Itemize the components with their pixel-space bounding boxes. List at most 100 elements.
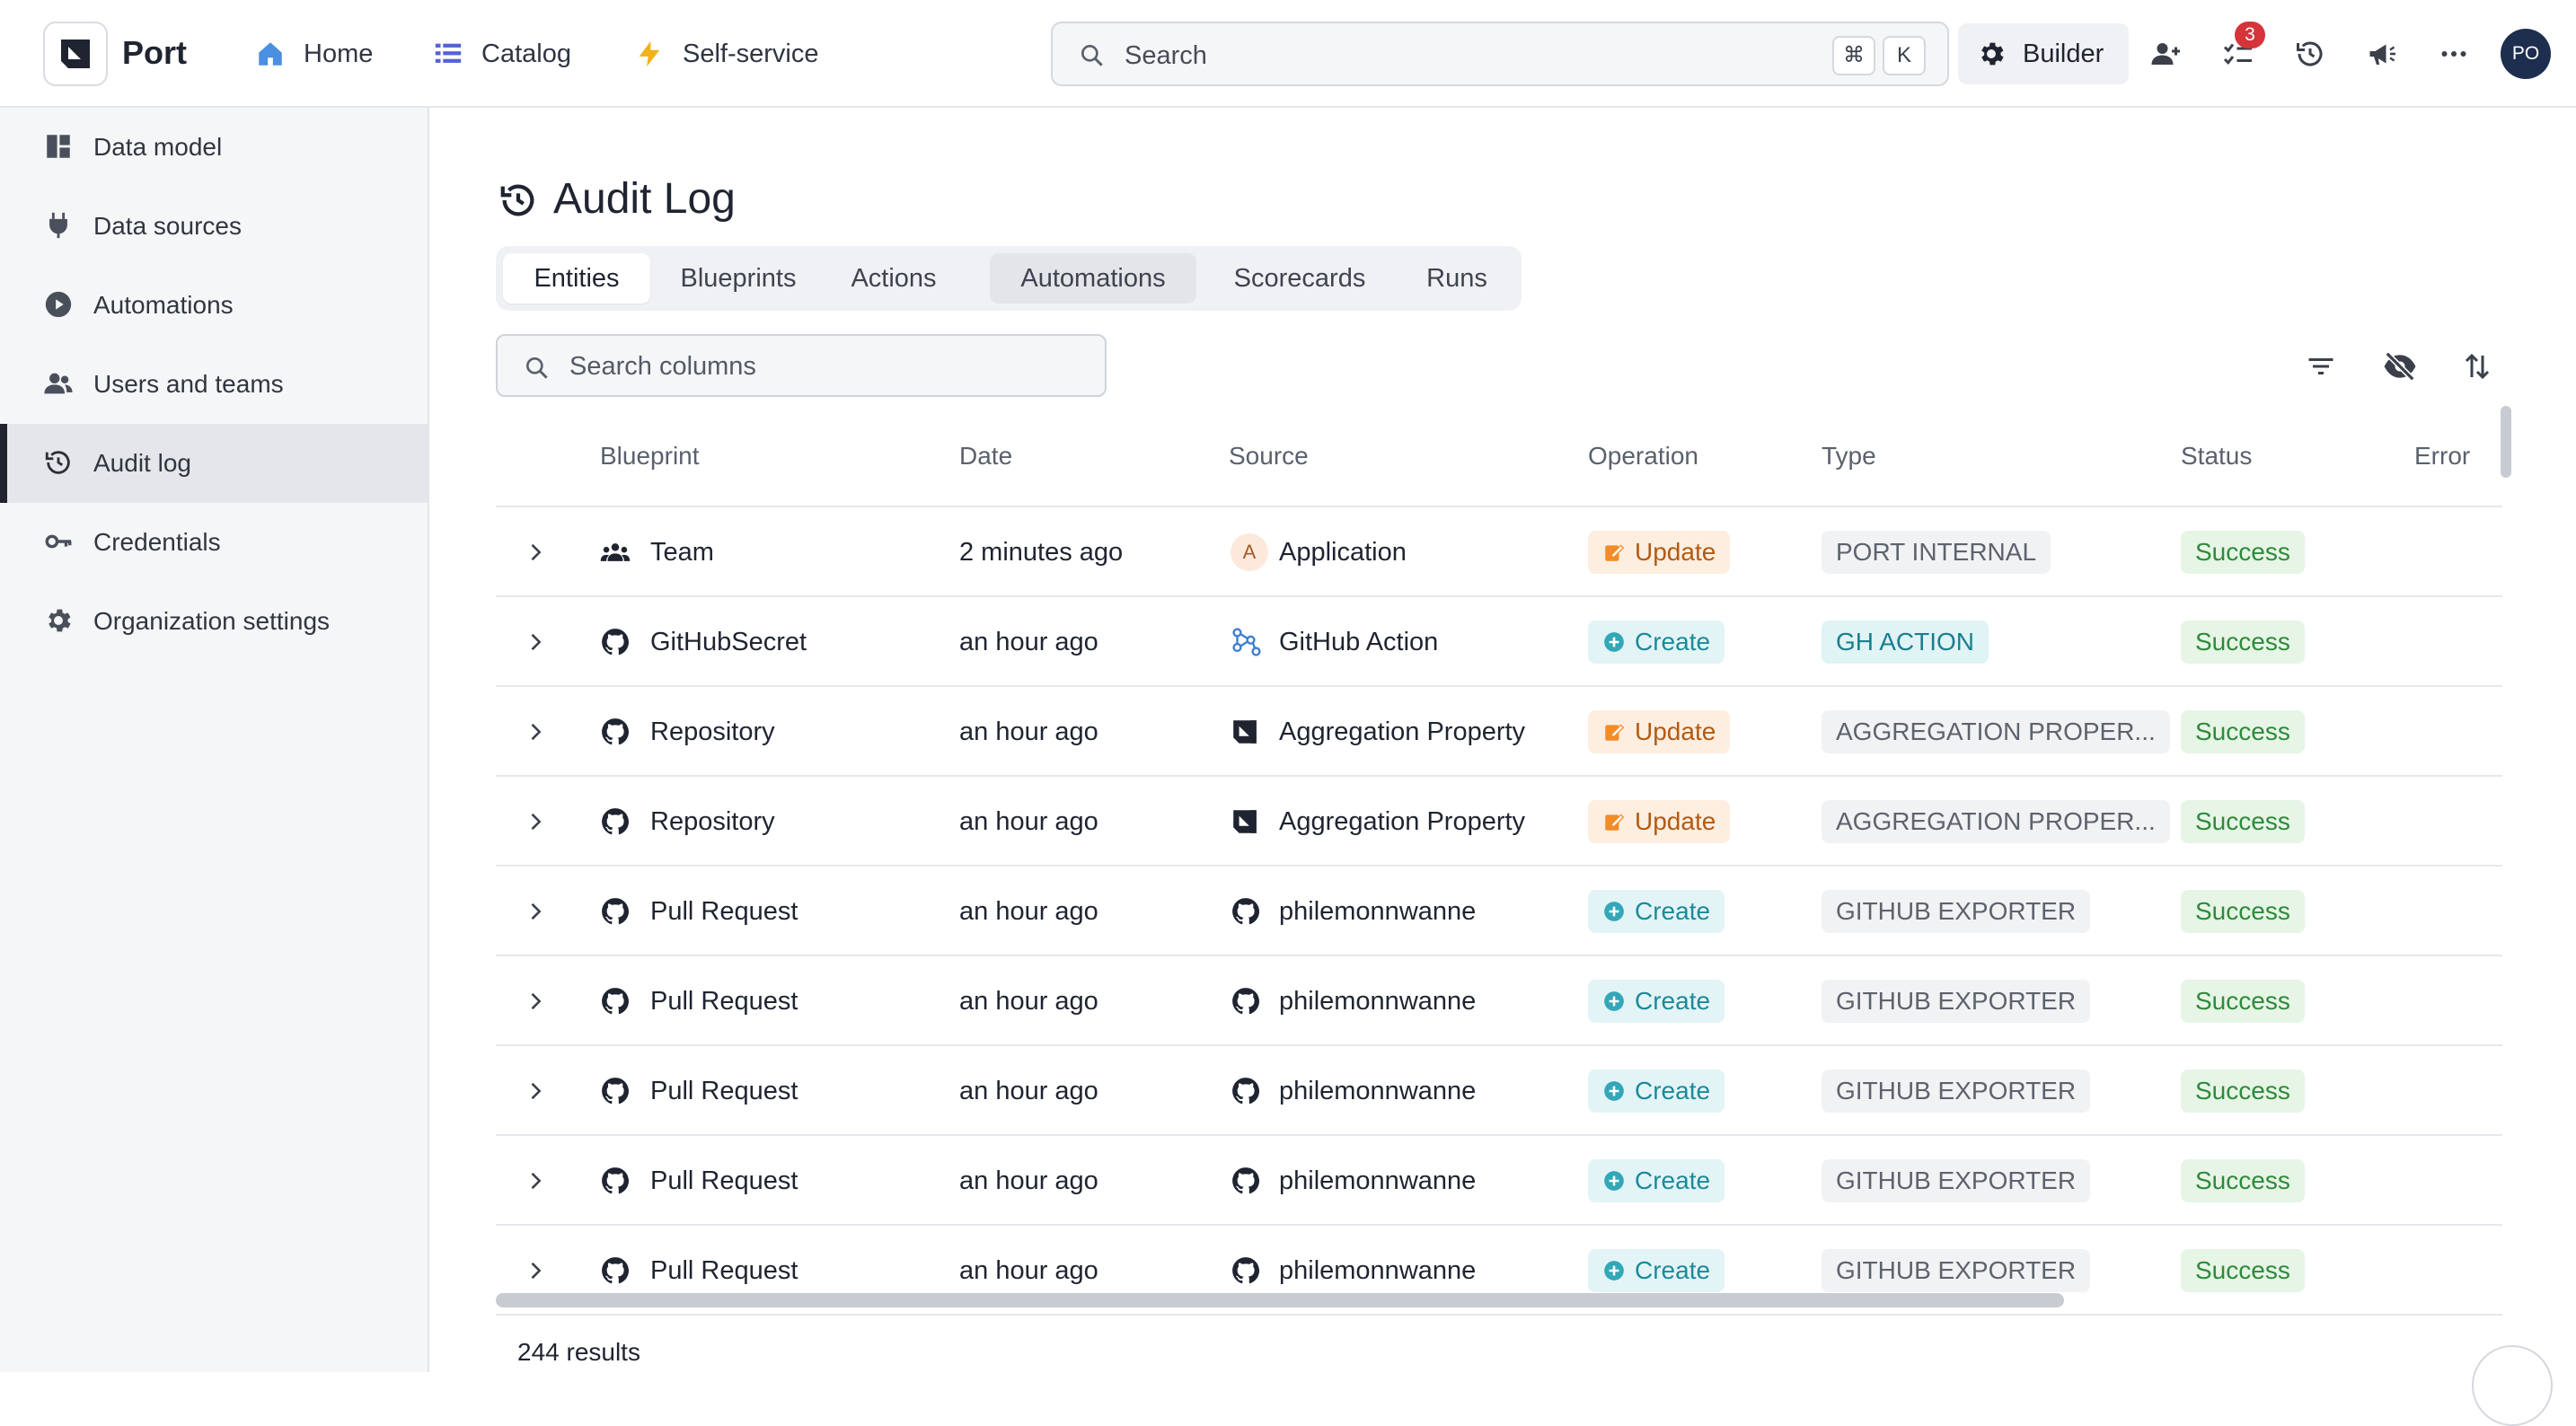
status-badge: Success: [2181, 1070, 2305, 1113]
gear-icon: [43, 605, 74, 636]
lightning-icon: [634, 39, 665, 69]
github-icon: [1231, 956, 1261, 1046]
tab-actions[interactable]: Actions: [826, 253, 961, 304]
sidebar-item-data-model[interactable]: Data model: [0, 108, 428, 187]
plus-circle-icon: [1602, 1259, 1626, 1282]
column-header-type[interactable]: Type: [1822, 442, 1876, 471]
status-badge: Success: [2181, 980, 2305, 1023]
column-header-error[interactable]: Error: [2414, 442, 2470, 471]
expand-chevron-icon[interactable]: [523, 597, 548, 687]
plus-circle-icon: [1602, 1169, 1626, 1193]
table-row[interactable]: Pull Request an hour ago philemonnwanne …: [496, 956, 2502, 1046]
sidebar-item-label: Audit log: [93, 449, 191, 477]
operation-label: Create: [1635, 897, 1711, 925]
plus-circle-icon: [1602, 630, 1626, 654]
nav-catalog[interactable]: Catalog: [433, 36, 571, 72]
home-icon: [255, 39, 286, 69]
type-badge: GH ACTION: [1822, 621, 1989, 664]
user-avatar[interactable]: PO: [2501, 29, 2551, 79]
tab-entities[interactable]: Entities: [503, 253, 650, 304]
sidebar-item-credentials[interactable]: Credentials: [0, 503, 428, 582]
expand-chevron-icon[interactable]: [523, 1136, 548, 1226]
more-icon[interactable]: [2436, 36, 2472, 72]
tab-blueprints[interactable]: Blueprints: [657, 253, 819, 304]
table-row[interactable]: Pull Request an hour ago philemonnwanne …: [496, 867, 2502, 956]
expand-chevron-icon[interactable]: [523, 956, 548, 1046]
users-icon: [43, 368, 74, 399]
status-badge: Success: [2181, 710, 2305, 753]
expand-chevron-icon[interactable]: [523, 867, 548, 956]
sort-icon[interactable]: [2457, 347, 2497, 386]
expand-chevron-icon[interactable]: [523, 777, 548, 867]
github-icon: [600, 867, 631, 956]
horizontal-scrollbar[interactable]: [496, 1293, 2064, 1307]
operation-badge: Create: [1588, 1159, 1725, 1202]
column-header-operation[interactable]: Operation: [1588, 442, 1698, 471]
table-row[interactable]: GitHubSecret an hour ago GitHub Action C…: [496, 597, 2502, 687]
type-badge: GITHUB EXPORTER: [1822, 1070, 2091, 1113]
hide-columns-icon[interactable]: [2380, 347, 2420, 386]
expand-chevron-icon[interactable]: [523, 507, 548, 597]
blueprint-name: Repository: [650, 806, 775, 836]
audit-tabs: Entities Blueprints Actions Automations …: [496, 246, 1522, 311]
table-row[interactable]: Pull Request an hour ago philemonnwanne …: [496, 1046, 2502, 1136]
row-date: an hour ago: [959, 806, 1098, 836]
sidebar-item-automations[interactable]: Automations: [0, 266, 428, 345]
column-header-source[interactable]: Source: [1229, 442, 1309, 471]
github-action-icon: [1231, 597, 1263, 687]
column-header-status[interactable]: Status: [2181, 442, 2252, 471]
history-icon[interactable]: [2292, 36, 2328, 72]
nav-home[interactable]: Home: [255, 36, 373, 72]
source-name: philemonnwanne: [1279, 1076, 1477, 1105]
type-badge: GITHUB EXPORTER: [1822, 890, 2091, 933]
port-logo-icon[interactable]: [43, 22, 108, 86]
operation-badge: Update: [1588, 710, 1731, 753]
source-name: GitHub Action: [1279, 627, 1439, 656]
status-badge: Success: [2181, 800, 2305, 843]
sidebar-item-label: Automations: [93, 291, 234, 319]
status-badge: Success: [2181, 1249, 2305, 1292]
builder-button[interactable]: Builder: [1958, 23, 2129, 84]
sidebar-item-data-sources[interactable]: Data sources: [0, 187, 428, 266]
plug-icon: [43, 210, 74, 241]
github-icon: [600, 956, 631, 1046]
table-row[interactable]: Repository an hour ago Aggregation Prope…: [496, 687, 2502, 777]
expand-chevron-icon[interactable]: [523, 1046, 548, 1136]
table-row[interactable]: Repository an hour ago Aggregation Prope…: [496, 777, 2502, 867]
tab-runs[interactable]: Runs: [1403, 253, 1511, 304]
sidebar-item-organization-settings[interactable]: Organization settings: [0, 582, 428, 661]
column-search-input[interactable]: Search columns: [496, 334, 1107, 397]
type-badge: AGGREGATION PROPER...: [1822, 710, 2170, 753]
operation-label: Create: [1635, 1077, 1711, 1105]
sidebar-item-label: Users and teams: [93, 370, 284, 398]
column-search-placeholder: Search columns: [569, 352, 756, 381]
brand-name[interactable]: Port: [122, 34, 187, 72]
filter-icon[interactable]: [2301, 347, 2341, 386]
expand-chevron-icon[interactable]: [523, 687, 548, 777]
column-header-blueprint[interactable]: Blueprint: [600, 442, 700, 471]
sidebar-item-label: Data model: [93, 133, 223, 161]
vertical-scrollbar[interactable]: [2501, 406, 2511, 478]
edit-icon: [1602, 810, 1626, 833]
table-row[interactable]: Pull Request an hour ago philemonnwanne …: [496, 1136, 2502, 1226]
global-search-input[interactable]: Search ⌘ K: [1051, 22, 1949, 86]
row-date: an hour ago: [959, 896, 1098, 926]
tab-scorecards[interactable]: Scorecards: [1205, 253, 1394, 304]
source-name: philemonnwanne: [1279, 896, 1477, 926]
search-placeholder: Search: [1125, 41, 1207, 70]
team-icon: [600, 507, 631, 597]
blueprint-name: Repository: [650, 717, 775, 746]
column-header-date[interactable]: Date: [959, 442, 1012, 471]
operation-label: Update: [1635, 807, 1716, 835]
operation-label: Create: [1635, 987, 1711, 1015]
nav-self-service[interactable]: Self-service: [634, 36, 819, 72]
blueprint-name: Team: [650, 537, 714, 567]
sidebar-item-users-and-teams[interactable]: Users and teams: [0, 345, 428, 424]
announcement-icon[interactable]: [2364, 36, 2400, 72]
tab-automations[interactable]: Automations: [990, 253, 1196, 304]
sidebar-item-audit-log[interactable]: Audit log: [0, 424, 428, 503]
table-row[interactable]: Team 2 minutes ago A Application Update …: [496, 507, 2502, 597]
help-chat-button[interactable]: [2472, 1345, 2553, 1426]
github-icon: [1231, 1046, 1261, 1136]
invite-user-icon[interactable]: [2148, 36, 2184, 72]
